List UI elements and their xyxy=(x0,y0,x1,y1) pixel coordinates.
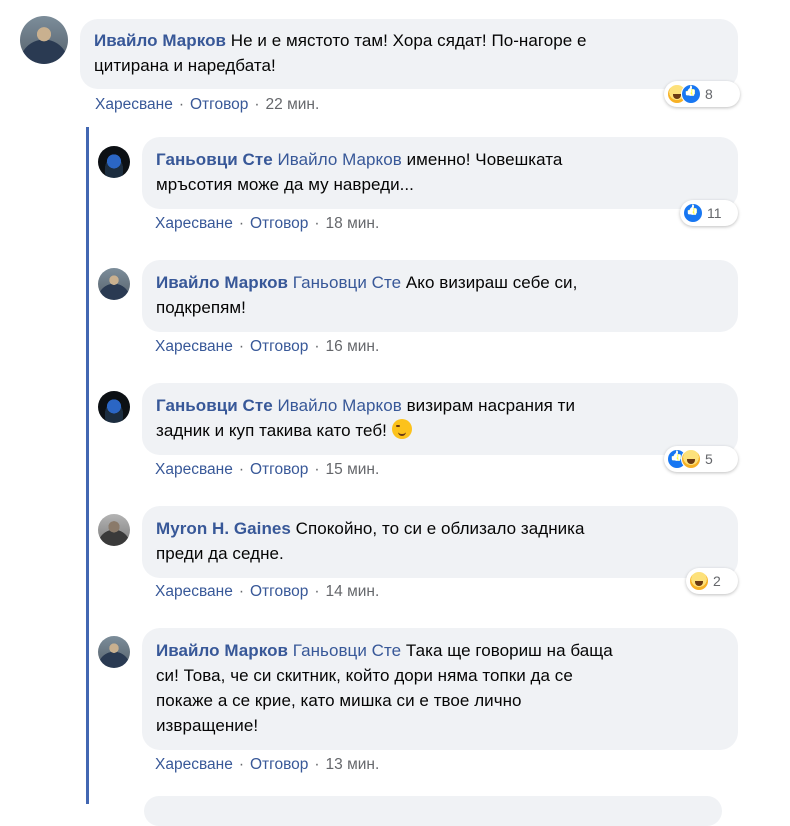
comment-bubble xyxy=(144,796,722,826)
comment-text: Така ще говориш на баща xyxy=(405,641,613,660)
comment-text: визирам насрания ти xyxy=(406,396,576,415)
reaction-summary[interactable]: 8 xyxy=(664,81,740,107)
haha-icon xyxy=(689,571,709,591)
like-link[interactable]: Харесване xyxy=(95,96,173,114)
like-link[interactable]: Харесване xyxy=(155,461,233,479)
reaction-count: 8 xyxy=(705,86,713,102)
separator-dot: · xyxy=(238,756,244,773)
timestamp[interactable]: 13 мин. xyxy=(326,756,380,774)
comment-bubble: Ганьовци Сте Ивайло Марков именно! Човеш… xyxy=(142,137,738,209)
comment-author[interactable]: Ганьовци Сте xyxy=(156,396,273,415)
separator-dot: · xyxy=(238,215,244,232)
comment-actions: Харесване · Отговор · 22 мин. xyxy=(95,96,319,114)
mention-link[interactable]: Ганьовци Сте xyxy=(293,641,401,660)
separator-dot: · xyxy=(314,338,320,355)
reaction-count: 11 xyxy=(707,205,722,221)
comment-bubble: Ивайло Марков Ганьовци Сте Ако визираш с… xyxy=(142,260,738,332)
comment-text: подкрепям! xyxy=(156,298,246,317)
like-icon xyxy=(681,84,701,104)
reaction-summary[interactable]: 11 xyxy=(680,200,738,226)
like-link[interactable]: Харесване xyxy=(155,215,233,233)
reaction-summary[interactable]: 5 xyxy=(664,446,738,472)
comment-bubble: Ганьовци Сте Ивайло Марков визирам насра… xyxy=(142,383,738,455)
comment-actions: Харесване · Отговор · 13 мин. xyxy=(155,756,379,774)
separator-dot: · xyxy=(178,96,184,113)
avatar[interactable] xyxy=(98,146,130,178)
separator-dot: · xyxy=(238,338,244,355)
separator-dot: · xyxy=(314,215,320,232)
separator-dot: · xyxy=(254,96,260,113)
mention-link[interactable]: Ивайло Марков xyxy=(277,396,401,415)
comment-text: мръсотия може да му навреди... xyxy=(156,175,414,194)
like-link[interactable]: Харесване xyxy=(155,583,233,601)
like-link[interactable]: Харесване xyxy=(155,756,233,774)
timestamp[interactable]: 18 мин. xyxy=(326,215,380,233)
reply-link[interactable]: Отговор xyxy=(250,756,308,774)
avatar[interactable] xyxy=(98,391,130,423)
comment-bubble: Ивайло Марков Ганьовци Сте Така ще говор… xyxy=(142,628,738,750)
comment-text: преди да седне. xyxy=(156,544,284,563)
comment-text: си! Това, че си скитник, който дори няма… xyxy=(156,666,573,685)
comment-text: задник и куп такива като теб! xyxy=(156,421,387,440)
mention-link[interactable]: Ганьовци Сте xyxy=(293,273,401,292)
separator-dot: · xyxy=(314,461,320,478)
reply-link[interactable]: Отговор xyxy=(250,461,308,479)
comment-bubble: Myron H. Gaines Спокойно, то си е облиза… xyxy=(142,506,738,578)
comment-text: Спокойно, то си е облизало задника xyxy=(295,519,585,538)
comment-author[interactable]: Ивайло Марков xyxy=(94,31,226,50)
comment-text: Ако визираш себе си, xyxy=(405,273,578,292)
avatar[interactable] xyxy=(98,268,130,300)
haha-icon xyxy=(681,449,701,469)
like-icon xyxy=(683,203,703,223)
comment-bubble: Ивайло Марков Не и е мястото там! Хора с… xyxy=(80,19,738,89)
comment-author[interactable]: Ивайло Марков xyxy=(156,641,288,660)
comment-actions: Харесване · Отговор · 14 мин. xyxy=(155,583,379,601)
reaction-count: 2 xyxy=(713,573,721,589)
comment-text: Не и е мястото там! Хора сядат! По-нагор… xyxy=(230,31,587,50)
separator-dot: · xyxy=(314,583,320,600)
comment-actions: Харесване · Отговор · 16 мин. xyxy=(155,338,379,356)
reply-thread-line xyxy=(86,127,89,804)
separator-dot: · xyxy=(314,756,320,773)
timestamp[interactable]: 15 мин. xyxy=(326,461,380,479)
comment-author[interactable]: Ганьовци Сте xyxy=(156,150,273,169)
timestamp[interactable]: 16 мин. xyxy=(326,338,380,356)
mention-link[interactable]: Ивайло Марков xyxy=(277,150,401,169)
comment-text: извращение! xyxy=(156,716,259,735)
reply-link[interactable]: Отговор xyxy=(250,215,308,233)
separator-dot: · xyxy=(238,583,244,600)
comment-author[interactable]: Myron H. Gaines xyxy=(156,519,291,538)
reaction-summary[interactable]: 2 xyxy=(686,568,738,594)
reply-link[interactable]: Отговор xyxy=(250,583,308,601)
comment-text: покаже а се крие, като мишка си е твое л… xyxy=(156,691,522,710)
comment-actions: Харесване · Отговор · 15 мин. xyxy=(155,461,379,479)
comment-author[interactable]: Ивайло Марков xyxy=(156,273,288,292)
avatar[interactable] xyxy=(20,16,68,64)
comment-actions: Харесване · Отговор · 18 мин. xyxy=(155,215,379,233)
comment-text: именно! Човешката xyxy=(406,150,563,169)
timestamp[interactable]: 22 мин. xyxy=(266,96,320,114)
reply-link[interactable]: Отговор xyxy=(190,96,248,114)
avatar[interactable] xyxy=(98,514,130,546)
comment-text: цитирана и наредбата! xyxy=(94,56,276,75)
avatar[interactable] xyxy=(98,636,130,668)
reply-link[interactable]: Отговор xyxy=(250,338,308,356)
like-link[interactable]: Харесване xyxy=(155,338,233,356)
reaction-count: 5 xyxy=(705,451,713,467)
timestamp[interactable]: 14 мин. xyxy=(326,583,380,601)
winking-face-icon xyxy=(391,419,412,439)
separator-dot: · xyxy=(238,461,244,478)
